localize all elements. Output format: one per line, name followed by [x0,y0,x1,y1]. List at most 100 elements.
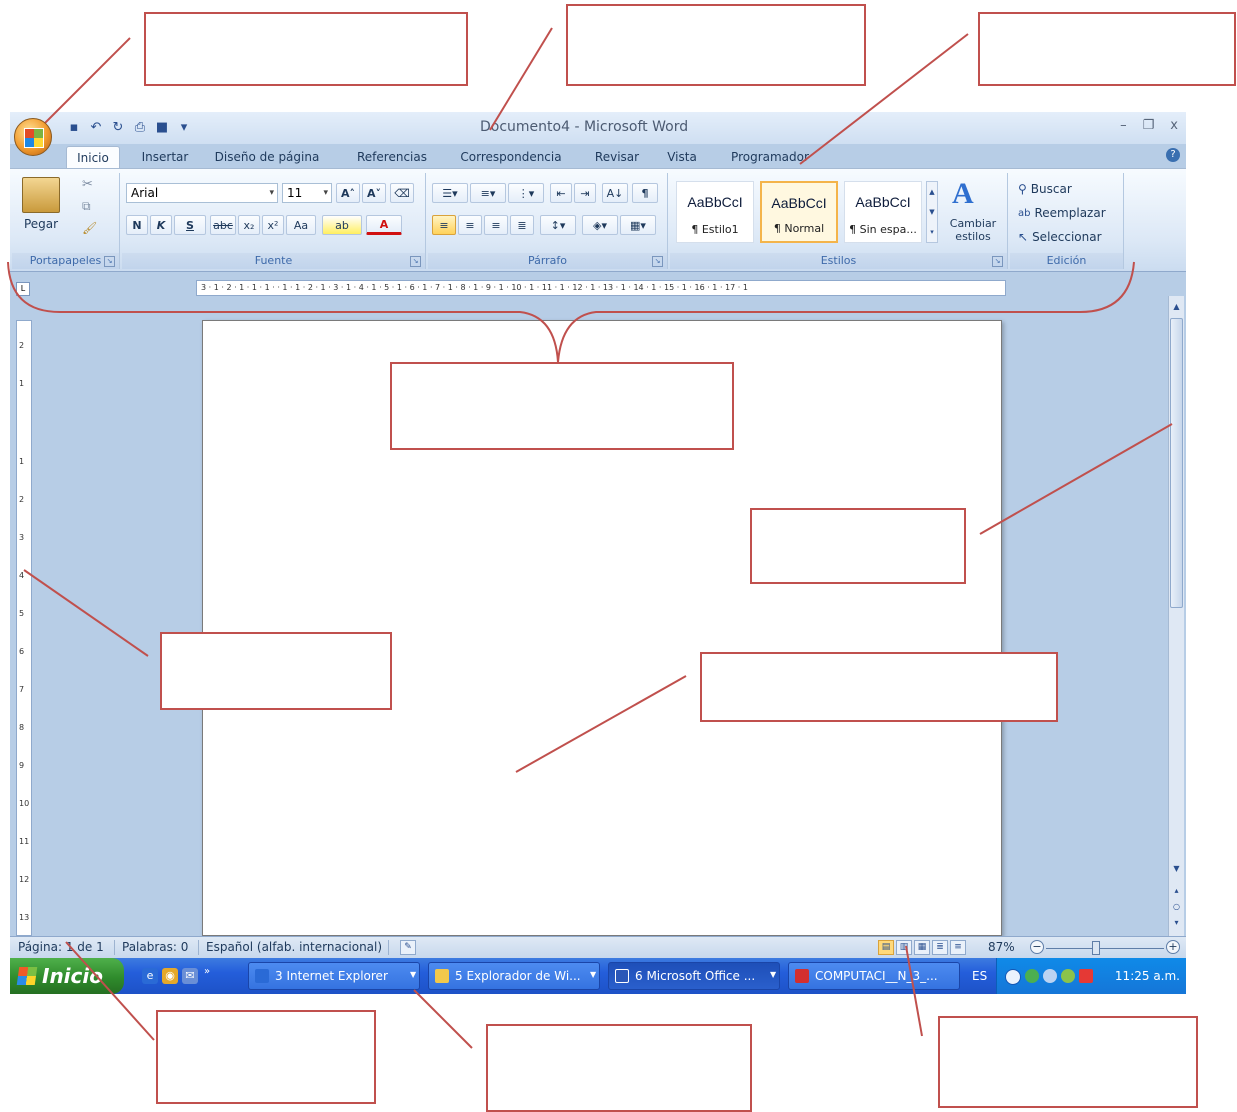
change-styles-icon[interactable]: A [952,177,974,211]
office-button[interactable] [14,118,52,156]
chevron-down-icon[interactable]: ▼ [410,970,416,979]
web-layout-view-icon[interactable]: ▦ [914,940,930,955]
paste-icon[interactable] [22,177,60,213]
print-preview-icon[interactable]: ⎙ [132,120,148,136]
zoom-slider[interactable] [1046,948,1164,949]
tab-diseno-de-pagina[interactable]: Diseño de página [208,146,326,168]
next-page-icon[interactable]: ▾ [1170,916,1183,930]
zoom-slider-thumb[interactable] [1092,941,1100,955]
tab-vista[interactable]: Vista [660,146,704,168]
justify-icon[interactable]: ≣ [510,215,534,235]
previous-page-icon[interactable]: ▴ [1170,884,1183,898]
chevron-down-icon[interactable]: ▼ [770,970,776,979]
underline-button[interactable]: S [174,215,206,235]
styles-gallery-scroll[interactable]: ▲ ▼ ▾ [926,181,938,243]
font-color-button[interactable]: A [366,215,402,235]
language-indicator[interactable]: Español (alfab. internacional) [206,940,382,954]
horizontal-ruler[interactable]: 3 · 1 · 2 · 1 · 1 · 1 · · 1 · 1 · 2 · 1 … [196,280,1006,296]
font-name-combo[interactable]: Arial ▾ [126,183,278,203]
stop-icon[interactable]: ■ [154,120,170,136]
clear-format-icon[interactable]: ⌫ [390,183,414,203]
full-screen-reading-view-icon[interactable]: ▥ [896,940,912,955]
subscript-button[interactable]: x₂ [238,215,260,235]
start-button[interactable]: Inicio [10,958,124,994]
replace-button[interactable]: ab Reemplazar [1018,203,1106,223]
chevron-down-icon[interactable]: ▼ [590,970,596,979]
word-count[interactable]: Palabras: 0 [122,940,188,954]
paste-button-label[interactable]: Pegar [16,217,66,231]
shading-icon[interactable]: ◈▾ [582,215,618,235]
styles-launcher-icon[interactable]: ↘ [992,256,1003,267]
decrease-indent-icon[interactable]: ⇤ [550,183,572,203]
proofing-icon[interactable]: ✎ [400,940,416,955]
show-marks-button[interactable]: ¶ [632,183,658,203]
taskbar-internet-explorer[interactable]: 3 Internet Explorer [248,962,420,990]
increase-indent-icon[interactable]: ⇥ [574,183,596,203]
zoom-in-button[interactable]: + [1166,940,1180,954]
find-button[interactable]: ⚲ Buscar [1018,179,1072,199]
security-icon[interactable] [1061,969,1075,983]
line-spacing-icon[interactable]: ↕▾ [540,215,576,235]
align-right-icon[interactable]: ≡ [484,215,508,235]
tab-insertar[interactable]: Insertar [134,146,196,168]
chevron-left-icon[interactable] [1005,969,1021,985]
antivirus-icon[interactable] [1079,969,1093,983]
vertical-scrollbar[interactable]: ▲ ▼ ▴ ○ ▾ [1168,296,1184,936]
grow-font-button[interactable]: A˄ [336,183,360,203]
bold-button[interactable]: N [126,215,148,235]
close-button[interactable]: x [1170,118,1178,133]
tab-inicio[interactable]: Inicio [66,146,120,168]
font-size-combo[interactable]: 11 ▾ [282,183,332,203]
restore-button[interactable]: ❐ [1143,118,1155,133]
browse-object-icon[interactable]: ○ [1170,900,1183,914]
numbering-icon[interactable]: ≡▾ [470,183,506,203]
vertical-ruler[interactable]: 2 1 1 2 3 4 5 6 7 8 9 10 11 12 13 [16,320,32,936]
tab-programador[interactable]: Programador [722,146,818,168]
format-painter-icon[interactable]: 🖌 [82,221,97,235]
clipboard-launcher-icon[interactable]: ↘ [104,256,115,267]
taskbar-pdf-document[interactable]: COMPUTACI__N_3_... [788,962,960,990]
clock[interactable]: 11:25 a.m. [1115,969,1180,983]
change-styles-button[interactable]: Cambiar estilos [942,217,1004,243]
copy-icon[interactable]: ⧉ [82,199,91,214]
cut-icon[interactable]: ✂ [82,177,93,192]
paragraph-launcher-icon[interactable]: ↘ [652,256,663,267]
zoom-level[interactable]: 87% [988,940,1015,954]
bullets-icon[interactable]: ☰▾ [432,183,468,203]
language-bar[interactable]: ES [972,969,987,983]
tab-selector-icon[interactable]: L [16,282,30,296]
scroll-up-icon[interactable]: ▲ [1170,300,1183,314]
multilevel-list-icon[interactable]: ⋮▾ [508,183,544,203]
tab-referencias[interactable]: Referencias [350,146,434,168]
print-layout-view-icon[interactable]: ▤ [878,940,894,955]
borders-icon[interactable]: ▦▾ [620,215,656,235]
change-case-button[interactable]: Aa [286,215,316,235]
volume-icon[interactable] [1043,969,1057,983]
shrink-font-button[interactable]: A˅ [362,183,386,203]
italic-button[interactable]: K [150,215,172,235]
undo-icon[interactable]: ↶ [88,120,104,136]
highlight-button[interactable]: ab [322,215,362,235]
strikethrough-button[interactable]: abc [210,215,236,235]
align-left-icon[interactable]: ≡ [432,215,456,235]
customize-icon[interactable]: ▾ [176,120,192,136]
style-sin-espaciado[interactable]: AaBbCcI ¶ Sin espa... [844,181,922,243]
sort-button[interactable]: A↓ [602,183,628,203]
select-button[interactable]: ↖ Seleccionar [1018,227,1102,247]
taskbar-microsoft-office[interactable]: 6 Microsoft Office ... [608,962,780,990]
style-normal[interactable]: AaBbCcI ¶ Normal [760,181,838,243]
tab-correspondencia[interactable]: Correspondencia [452,146,570,168]
font-launcher-icon[interactable]: ↘ [410,256,421,267]
internet-explorer-icon[interactable]: e [142,968,158,984]
media-icon[interactable]: ◉ [162,968,178,984]
superscript-button[interactable]: x² [262,215,284,235]
page-count[interactable]: Página: 1 de 1 [18,940,104,954]
zoom-out-button[interactable]: − [1030,940,1044,954]
scrollbar-thumb[interactable] [1170,318,1183,608]
redo-icon[interactable]: ↻ [110,120,126,136]
style-estilo1[interactable]: AaBbCcI ¶ Estilo1 [676,181,754,243]
tab-revisar[interactable]: Revisar [588,146,646,168]
save-icon[interactable]: ▪ [66,120,82,136]
align-center-icon[interactable]: ≡ [458,215,482,235]
scroll-down-icon[interactable]: ▼ [1170,862,1183,876]
